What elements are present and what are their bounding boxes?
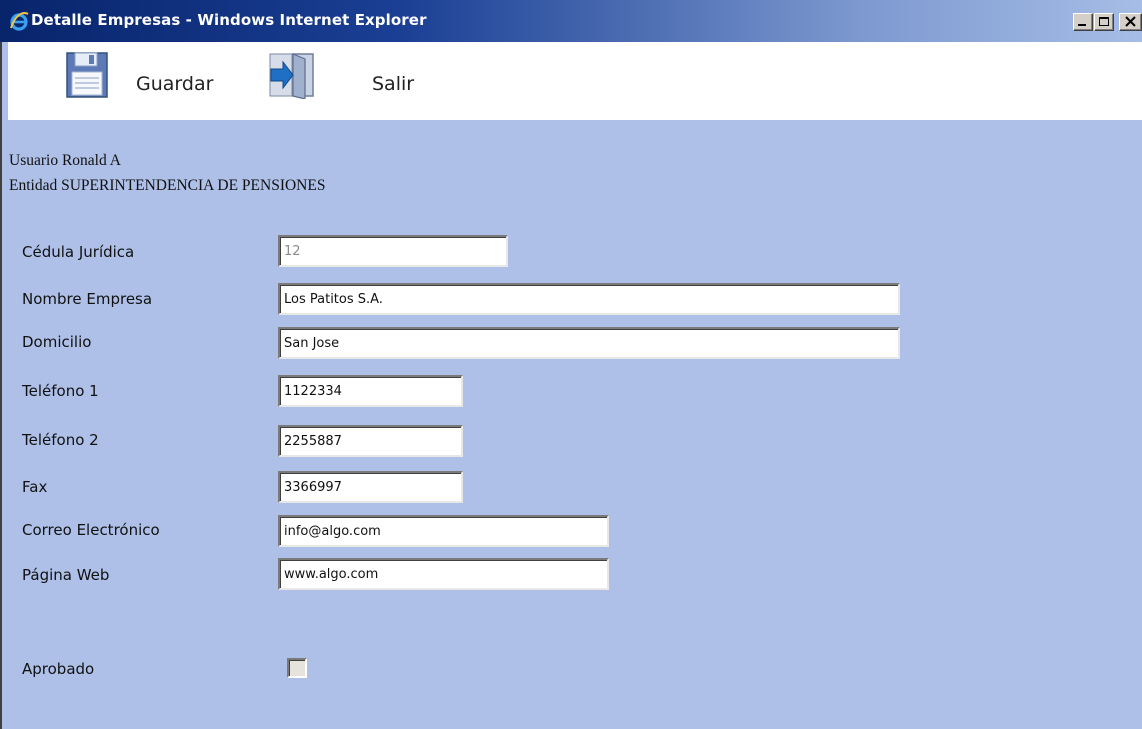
maximize-button[interactable]: [1094, 13, 1114, 31]
window-titlebar[interactable]: Detalle Empresas - Windows Internet Expl…: [0, 0, 1142, 42]
telefono1-label: Teléfono 1: [22, 382, 99, 400]
telefono1-input[interactable]: [278, 375, 463, 407]
close-icon: [1125, 16, 1136, 27]
floppy-disk-icon[interactable]: [64, 51, 112, 99]
correo-input[interactable]: [278, 515, 609, 547]
aprobado-label: Aprobado: [22, 660, 95, 678]
entity-name-text: Entidad SUPERINTENDENCIA DE PENSIONES: [9, 177, 326, 194]
fax-label: Fax: [22, 478, 48, 496]
internet-explorer-icon: [9, 11, 29, 31]
close-button[interactable]: [1119, 13, 1142, 31]
maximize-icon: [1099, 17, 1109, 26]
window-left-border: [0, 42, 8, 729]
domicilio-label: Domicilio: [22, 333, 92, 351]
user-name-text: Usuario Ronald A: [9, 152, 121, 169]
nombre-empresa-input[interactable]: [278, 283, 900, 315]
nombre-empresa-label: Nombre Empresa: [22, 290, 153, 308]
exit-label[interactable]: Salir: [372, 73, 414, 95]
domicilio-input[interactable]: [278, 327, 900, 359]
correo-label: Correo Electrónico: [22, 521, 160, 539]
fax-input[interactable]: [278, 471, 463, 503]
aprobado-checkbox[interactable]: [287, 658, 307, 678]
cedula-label: Cédula Jurídica: [22, 243, 135, 261]
cedula-input[interactable]: [278, 235, 508, 267]
pagina-web-input[interactable]: [278, 558, 609, 590]
exit-door-icon[interactable]: [269, 51, 317, 100]
window-title: Detalle Empresas - Windows Internet Expl…: [31, 11, 427, 29]
minimize-button[interactable]: [1073, 13, 1093, 31]
save-label[interactable]: Guardar: [136, 73, 213, 95]
telefono2-input[interactable]: [278, 425, 463, 457]
toolbar: Guardar Salir: [8, 42, 1142, 120]
telefono2-label: Teléfono 2: [22, 431, 99, 449]
minimize-icon: [1078, 24, 1086, 26]
pagina-web-label: Página Web: [22, 566, 110, 584]
